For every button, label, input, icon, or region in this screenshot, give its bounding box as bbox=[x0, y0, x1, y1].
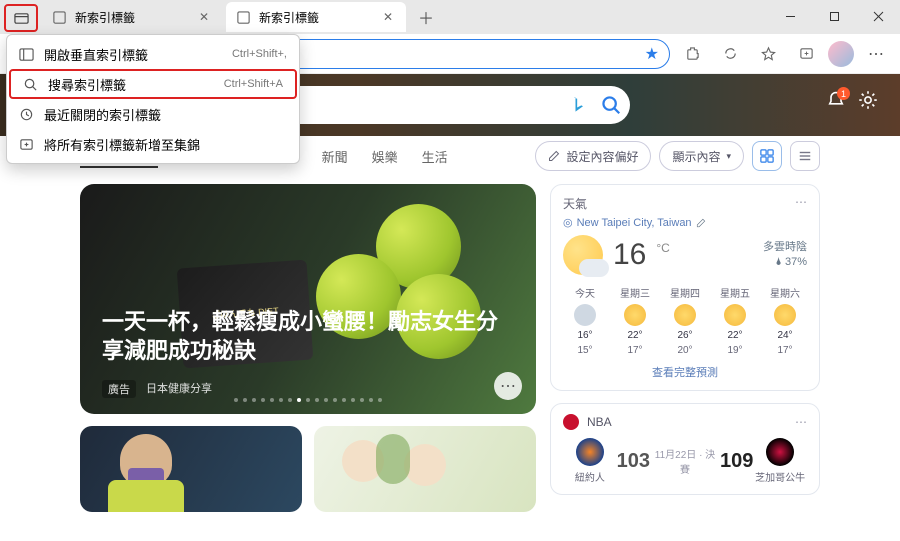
vertical-tabs-icon bbox=[19, 47, 34, 62]
temperature: 16 bbox=[613, 238, 646, 272]
search-icon[interactable] bbox=[600, 94, 622, 116]
carousel-dots[interactable] bbox=[234, 398, 382, 402]
browser-tab-active[interactable]: 新索引標籤 ✕ bbox=[226, 2, 406, 32]
extensions-icon[interactable] bbox=[676, 38, 708, 70]
game-time: 11月22日 · 決賽 bbox=[650, 446, 720, 476]
forecast-day[interactable]: 今天16°15° bbox=[563, 285, 607, 356]
favorites-icon[interactable] bbox=[752, 38, 784, 70]
grid-icon bbox=[760, 149, 774, 163]
away-team: 紐約人 bbox=[563, 438, 617, 484]
history-icon bbox=[19, 107, 34, 122]
menu-shortcut: Ctrl+Shift+, bbox=[232, 48, 287, 60]
new-tab-button[interactable]: ＋ bbox=[412, 3, 440, 31]
menu-label: 搜尋索引標籤 bbox=[48, 75, 126, 94]
menu-button[interactable]: ⋯ bbox=[860, 38, 892, 70]
team-logo-icon bbox=[576, 438, 604, 466]
more-icon[interactable]: ⋯ bbox=[795, 415, 807, 429]
more-button[interactable]: ⋯ bbox=[494, 372, 522, 400]
window-controls bbox=[768, 0, 900, 32]
title-bar: 新索引標籤 ✕ 新索引標籤 ✕ ＋ bbox=[0, 0, 900, 34]
tab-actions-button[interactable] bbox=[4, 4, 38, 32]
menu-label: 將所有索引標籤新增至集錦 bbox=[44, 135, 200, 154]
location-icon: ◎ bbox=[563, 216, 573, 229]
close-window-button[interactable] bbox=[856, 0, 900, 32]
customize-button[interactable]: 設定內容偏好 bbox=[535, 141, 651, 171]
weather-condition: 多雲時陰 bbox=[763, 240, 807, 255]
away-score: 103 bbox=[617, 450, 650, 473]
nav-news[interactable]: 新聞 bbox=[322, 147, 348, 166]
sports-card[interactable]: NBA ⋯ 紐約人 103 11月22日 · 決賽 109 芝加哥公牛 bbox=[550, 403, 820, 495]
list-icon bbox=[798, 149, 812, 163]
news-card[interactable] bbox=[314, 426, 536, 512]
temp-unit: °C bbox=[656, 241, 669, 255]
menu-search-tabs[interactable]: 搜尋索引標籤 Ctrl+Shift+A bbox=[9, 69, 297, 99]
headline-title: 一天一杯，輕鬆瘦成小蠻腰！勵志女生分享減肥成功秘訣 bbox=[102, 307, 514, 366]
weather-location[interactable]: ◎ New Taipei City, Taiwan bbox=[563, 216, 807, 229]
minimize-button[interactable] bbox=[768, 0, 812, 32]
page-icon bbox=[236, 10, 251, 25]
forecast-day[interactable]: 星期四26°20° bbox=[663, 285, 707, 356]
browser-tab[interactable]: 新索引標籤 ✕ bbox=[42, 2, 222, 32]
menu-vertical-tabs[interactable]: 開啟垂直索引標籤 Ctrl+Shift+, bbox=[7, 39, 299, 69]
league-label: NBA bbox=[587, 415, 612, 429]
source-label: 日本健康分享 bbox=[146, 380, 212, 398]
weather-icon bbox=[563, 235, 603, 275]
notification-badge: 1 bbox=[837, 87, 850, 100]
bing-icon bbox=[568, 95, 588, 115]
tab-title: 新索引標籤 bbox=[259, 9, 319, 26]
ad-badge: 廣告 bbox=[102, 380, 136, 398]
more-icon[interactable]: ⋯ bbox=[795, 195, 807, 212]
settings-icon[interactable] bbox=[858, 90, 878, 110]
menu-shortcut: Ctrl+Shift+A bbox=[224, 78, 283, 90]
chevron-down-icon: ▾ bbox=[726, 151, 731, 162]
tab-close-button[interactable]: ✕ bbox=[196, 9, 212, 25]
pencil-icon bbox=[548, 150, 560, 162]
tab-title: 新索引標籤 bbox=[75, 9, 135, 26]
nav-entertainment[interactable]: 娛樂 bbox=[372, 147, 398, 166]
weather-card[interactable]: 天氣 ⋯ ◎ New Taipei City, Taiwan 16 °C 多雲時… bbox=[550, 184, 820, 391]
news-card[interactable] bbox=[80, 426, 302, 512]
list-view-button[interactable] bbox=[790, 141, 820, 171]
home-score: 109 bbox=[720, 450, 753, 473]
nav-life[interactable]: 生活 bbox=[422, 147, 448, 166]
page-icon bbox=[52, 10, 67, 25]
notifications-button[interactable]: 1 bbox=[826, 90, 846, 115]
full-forecast-link[interactable]: 查看完整預測 bbox=[563, 364, 807, 380]
collections-icon[interactable] bbox=[790, 38, 822, 70]
collection-icon bbox=[19, 137, 34, 152]
tab-close-button[interactable]: ✕ bbox=[380, 9, 396, 25]
sync-icon[interactable] bbox=[714, 38, 746, 70]
menu-label: 開啟垂直索引標籤 bbox=[44, 45, 148, 64]
profile-avatar[interactable] bbox=[828, 41, 854, 67]
pencil-icon bbox=[696, 218, 706, 228]
main-content: ごはんでも DIET 一天一杯，輕鬆瘦成小蠻腰！勵志女生分享減肥成功秘訣 廣告 … bbox=[0, 176, 900, 520]
weather-title: 天氣 bbox=[563, 195, 587, 212]
forecast-day[interactable]: 星期六24°17° bbox=[763, 285, 807, 356]
search-icon bbox=[23, 77, 38, 92]
tab-actions-menu: 開啟垂直索引標籤 Ctrl+Shift+, 搜尋索引標籤 Ctrl+Shift+… bbox=[6, 34, 300, 164]
headline-card[interactable]: ごはんでも DIET 一天一杯，輕鬆瘦成小蠻腰！勵志女生分享減肥成功秘訣 廣告 … bbox=[80, 184, 536, 414]
forecast-day[interactable]: 星期五22°19° bbox=[713, 285, 757, 356]
team-logo-icon bbox=[766, 438, 794, 466]
display-dropdown[interactable]: 顯示內容 ▾ bbox=[659, 141, 744, 171]
menu-recently-closed[interactable]: 最近關閉的索引標籤 bbox=[7, 99, 299, 129]
grid-view-button[interactable] bbox=[752, 141, 782, 171]
rain-chance: 🌢 37% bbox=[763, 255, 807, 270]
maximize-button[interactable] bbox=[812, 0, 856, 32]
favorite-star-icon[interactable]: ★ bbox=[645, 44, 659, 64]
menu-label: 最近關閉的索引標籤 bbox=[44, 105, 161, 124]
web-search-box[interactable] bbox=[270, 86, 630, 124]
forecast-row: 今天16°15° 星期三22°17° 星期四26°20° 星期五22°19° 星… bbox=[563, 285, 807, 356]
tabs-icon bbox=[14, 11, 29, 26]
forecast-day[interactable]: 星期三22°17° bbox=[613, 285, 657, 356]
nba-logo-icon bbox=[563, 414, 579, 430]
home-team: 芝加哥公牛 bbox=[753, 438, 807, 484]
menu-add-to-collection[interactable]: 將所有索引標籤新增至集錦 bbox=[7, 129, 299, 159]
